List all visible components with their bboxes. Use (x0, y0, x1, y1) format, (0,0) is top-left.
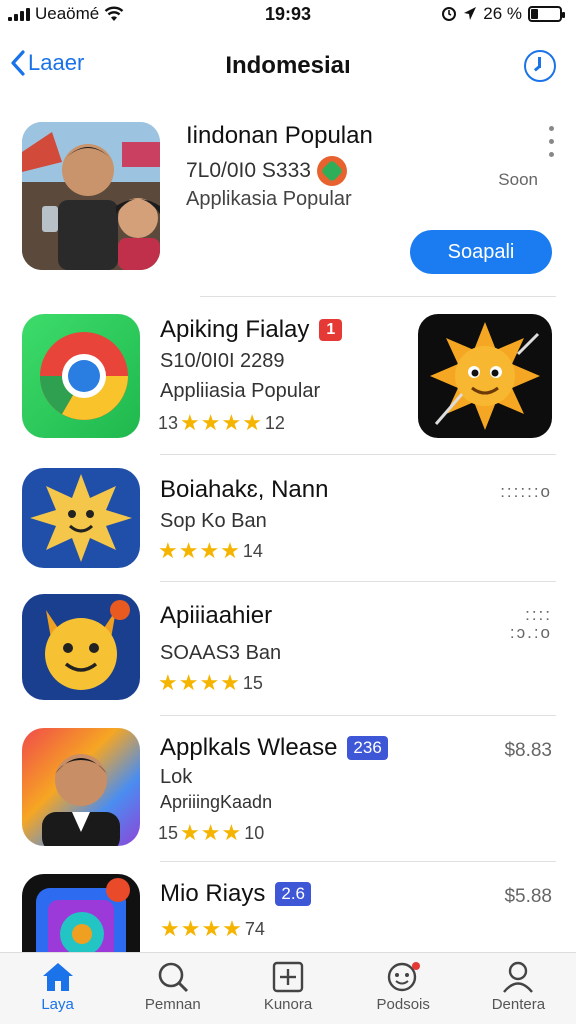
cat-face-icon (22, 594, 140, 700)
app-rating: ★★★★ 74 (160, 916, 265, 942)
rating-count: 15 (242, 672, 263, 693)
star-face-icon (22, 468, 140, 568)
featured-size: Soon (498, 170, 538, 189)
app-badge-icon (316, 156, 347, 186)
rating-count: 74 (244, 918, 265, 939)
battery-percent: 26 % (483, 4, 522, 23)
app-title-row: Applkals Wlease 236 (160, 734, 388, 762)
app-subtitle: SOAAS3 Ban (160, 642, 282, 664)
star-rating-icon: ★★★★ (158, 670, 241, 695)
home-icon (42, 963, 73, 991)
divider (200, 296, 556, 297)
signal-icon (8, 7, 30, 21)
star-rating-icon: ★★★★ (158, 538, 241, 563)
chat-face-icon (388, 962, 421, 992)
get-button[interactable]: Soapali (410, 230, 552, 274)
rating-count: 10 (244, 822, 265, 843)
tab-pemnan[interactable]: Pemnan (115, 953, 230, 1024)
star-rating-icon: ★★★★ (180, 410, 263, 435)
app-rating: ★★★★ 15 (158, 670, 263, 696)
location-icon (464, 7, 477, 20)
app-subtitle: Lok (160, 766, 193, 788)
rating-prefix: 15 (158, 822, 179, 843)
plus-square-icon (272, 961, 304, 993)
app-price[interactable]: $5.88 (504, 886, 552, 908)
tab-label: Dentera (491, 996, 546, 1013)
list-item[interactable]: Apiking Fialay 1 S10/0I0I 2289 Appliiasi… (0, 314, 576, 454)
featured-subtitle-row: 7L0/0I0 S333 (186, 156, 347, 186)
app-rating: 15 ★★★ 10 (158, 820, 264, 846)
divider (160, 715, 556, 716)
rating-count: 12 (264, 412, 285, 433)
app-title: Applkals Wlease (160, 734, 338, 761)
app-title-row: Apiking Fialay 1 (160, 316, 343, 344)
back-label: Laaer (28, 50, 85, 75)
rating-prefix: 13 (158, 412, 179, 433)
nav-bar: Laaer Indomesiaı (0, 40, 576, 92)
chevron-left-icon (11, 50, 25, 76)
back-button[interactable]: Laaer (10, 50, 84, 76)
status-bar: Ueaömé 19:93 26 % (0, 0, 576, 28)
featured-app[interactable]: Iindonan Populan 7L0/0I0 S333 Applikasia… (0, 122, 576, 297)
featured-photo (22, 122, 160, 270)
alarm-icon (442, 7, 457, 21)
battery-icon (528, 6, 565, 22)
person-icon (503, 961, 534, 993)
list-item[interactable]: Apiiiaahier SOAAS3 Ban ★★★★ 15 :::: :ɔ.:… (0, 594, 576, 714)
app-meta[interactable]: :::: :ɔ.:o (510, 606, 552, 642)
tab-bar: Laya Pemnan Kunora Podsois Dentera (0, 952, 576, 1024)
clock-icon[interactable] (524, 50, 556, 82)
chrome-icon (22, 314, 140, 438)
divider (160, 581, 556, 582)
list-item[interactable]: Boiahakɛ, Nann Sop Ko Ban ★★★★ 14 ::::::… (0, 468, 576, 580)
app-rating: ★★★★ 14 (158, 538, 263, 564)
app-rating: 13 ★★★★ 12 (158, 410, 285, 436)
app-badge: 2.6 (275, 882, 311, 906)
wifi-icon (104, 6, 124, 21)
app-title: Apiking Fialay (160, 316, 310, 343)
tab-label: Pemnan (144, 996, 201, 1013)
list-item[interactable]: Applkals Wlease 236 Lok ApriiingKaadn 15… (0, 728, 576, 860)
tab-label: Kunora (263, 996, 313, 1013)
list-item[interactable]: Mio Riays 2.6 ★★★★ 74 $5.88 (0, 874, 576, 952)
app-badge: 1 (319, 319, 343, 341)
rating-count: 14 (242, 540, 263, 561)
tab-label: Podsois (376, 996, 430, 1013)
featured-subtitle: 7L0/0I0 S333 (186, 159, 311, 182)
tab-laya[interactable]: Laya (0, 953, 115, 1024)
game-icon (22, 874, 140, 952)
app-title: Boiahakɛ, Nann (160, 476, 329, 503)
star-rating-icon: ★★★★ (160, 916, 243, 941)
tab-kunora[interactable]: Kunora (230, 953, 345, 1024)
more-options-icon[interactable] (549, 126, 554, 157)
app-price[interactable]: $8.83 (504, 740, 552, 762)
portrait-icon (22, 728, 140, 846)
star-rating-icon: ★★★ (180, 820, 243, 845)
app-subtitle: Sop Ko Ban (160, 510, 267, 532)
tab-dentera[interactable]: Dentera (461, 953, 576, 1024)
carrier-label: Ueaömé (35, 4, 100, 23)
app-title-row: Mio Riays 2.6 (160, 880, 311, 908)
app-category: ApriiingKaadn (160, 792, 273, 812)
sun-mascot-icon (418, 314, 552, 438)
app-title: Mio Riays (160, 880, 266, 907)
tab-podsois[interactable]: Podsois (346, 953, 461, 1024)
app-badge: 236 (347, 736, 388, 760)
divider (160, 454, 556, 455)
app-category: Appliiasia Popular (160, 380, 321, 402)
app-subtitle: S10/0I0I 2289 (160, 350, 285, 372)
search-icon (158, 962, 188, 993)
featured-category: Applikasia Popular (186, 188, 352, 210)
featured-title: Iindonan Populan (186, 122, 373, 149)
page-title: Indomesiaı (225, 52, 351, 79)
app-meta[interactable]: ::::::o (500, 482, 552, 502)
app-title: Apiiiaahier (160, 602, 273, 629)
tab-label: Laya (41, 996, 74, 1013)
divider (160, 861, 556, 862)
